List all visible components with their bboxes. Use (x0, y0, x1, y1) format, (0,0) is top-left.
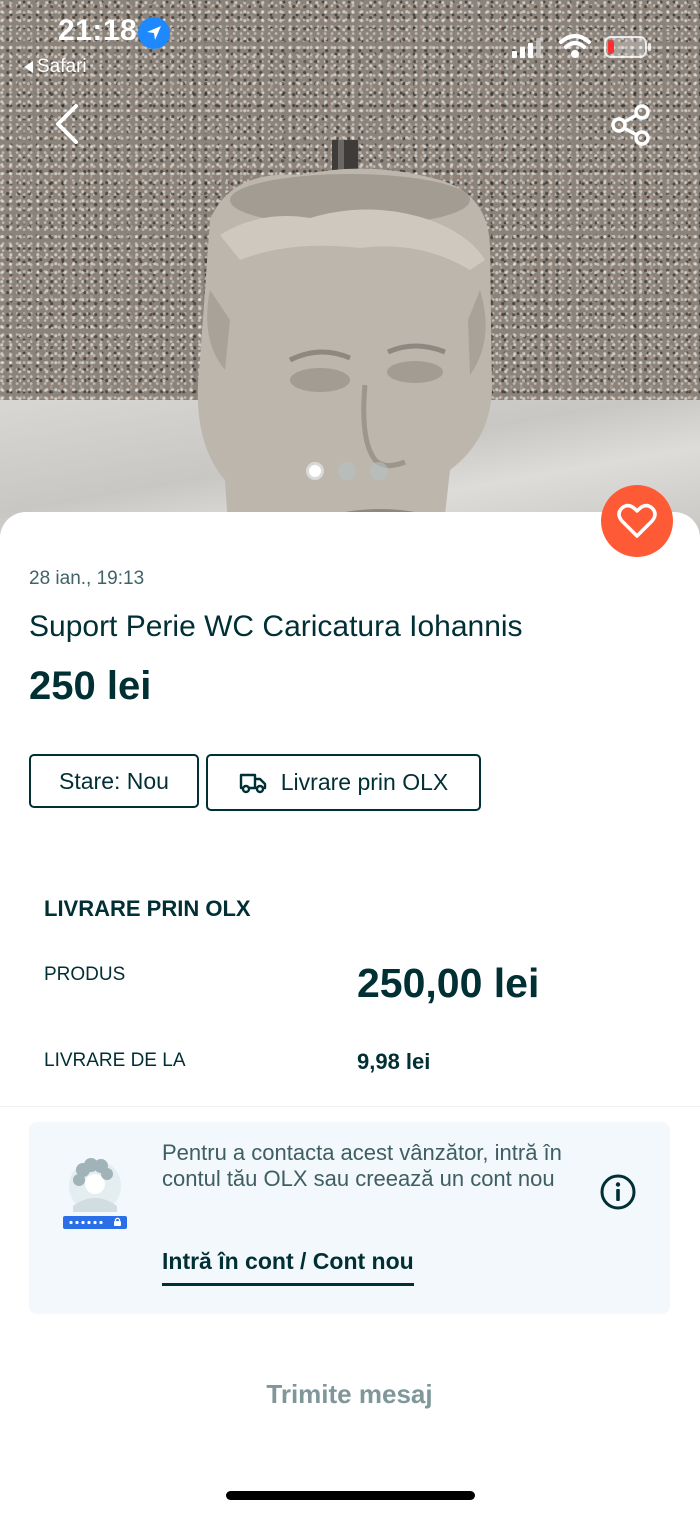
gallery-pagination (306, 462, 388, 480)
shipping-from-label: LIVRARE DE LA (44, 1050, 186, 1071)
delivery-tag-label: Livrare prin OLX (280, 769, 449, 795)
favorite-button[interactable] (601, 485, 673, 557)
listing-title: Suport Perie WC Caricatura Iohannis (29, 610, 523, 643)
condition-tag-label: Stare: Nou (59, 767, 169, 794)
product-price-value: 250,00 lei (357, 960, 540, 1006)
wifi-icon (559, 34, 591, 58)
condition-tag: Stare: Nou (29, 754, 199, 808)
location-icon (138, 17, 170, 49)
shipping-from-value: 9,98 lei (357, 1049, 431, 1074)
send-message-button[interactable]: Trimite mesaj (29, 1358, 670, 1430)
login-prompt-text: Pentru a contacta acest vânzător, intră … (162, 1140, 562, 1191)
battery-icon (604, 36, 651, 58)
divider (0, 1106, 700, 1107)
product-image-gallery[interactable]: 21:18 Safari (0, 0, 700, 560)
home-indicator (226, 1491, 475, 1500)
back-triangle-icon (24, 61, 33, 73)
listing-price: 250 lei (29, 664, 152, 708)
listing-date: 28 ian., 19:13 (29, 568, 145, 589)
delivery-tag: Livrare prin OLX (206, 754, 481, 811)
avatar-login-illustration (63, 1158, 127, 1229)
login-register-link[interactable]: Intră în cont / Cont nou (162, 1248, 414, 1286)
gallery-dot-active[interactable] (306, 462, 324, 480)
back-to-safari-link[interactable]: Safari (24, 56, 87, 78)
gallery-dot[interactable] (370, 462, 388, 480)
back-arrow-icon[interactable] (50, 102, 86, 146)
signal-icon (512, 38, 541, 58)
clock-time: 21:18 (58, 14, 138, 47)
status-bar: 21:18 Safari (0, 0, 700, 90)
info-icon[interactable] (599, 1173, 637, 1211)
heart-icon (617, 503, 657, 538)
back-app-label: Safari (37, 56, 87, 77)
share-icon[interactable] (610, 104, 652, 146)
truck-icon (239, 773, 266, 793)
gallery-dot[interactable] (338, 462, 356, 480)
delivery-section-title: LIVRARE PRIN OLX (44, 896, 251, 921)
product-price-label: PRODUS (44, 964, 126, 985)
product-photo-bust (197, 140, 492, 560)
